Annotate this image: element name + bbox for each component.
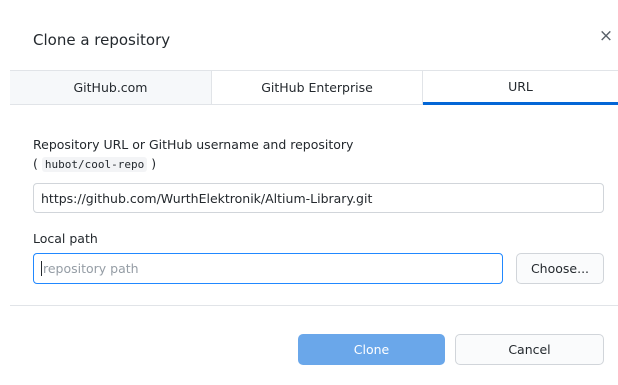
repository-url-hint: ( hubot/cool-repo ) (33, 156, 157, 172)
hint-example-code: hubot/cool-repo (41, 157, 148, 172)
dialog-title: Clone a repository (33, 31, 171, 49)
local-path-placeholder: repository path (43, 261, 139, 276)
close-icon[interactable]: × (597, 27, 615, 45)
text-caret (41, 261, 42, 276)
choose-button[interactable]: Choose... (516, 253, 604, 284)
tab-url[interactable]: URL (423, 71, 618, 105)
hint-open-paren: ( (33, 156, 38, 171)
clone-repository-dialog: Clone a repository × GitHub.com GitHub E… (0, 0, 618, 385)
footer-divider (10, 305, 618, 306)
local-path-input[interactable]: repository path (33, 253, 503, 284)
repository-url-input[interactable]: https://github.com/WurthElektronik/Altiu… (33, 183, 604, 213)
local-path-label: Local path (33, 231, 98, 246)
repository-url-value: https://github.com/WurthElektronik/Altiu… (41, 190, 373, 206)
clone-button[interactable]: Clone (298, 334, 445, 365)
hint-close-paren: ) (151, 156, 157, 171)
repository-url-label: Repository URL or GitHub username and re… (33, 137, 354, 152)
cancel-button[interactable]: Cancel (455, 334, 604, 365)
tab-github-com[interactable]: GitHub.com (10, 71, 212, 105)
tab-github-enterprise[interactable]: GitHub Enterprise (212, 71, 423, 105)
tab-bar: GitHub.com GitHub Enterprise URL (10, 70, 618, 105)
